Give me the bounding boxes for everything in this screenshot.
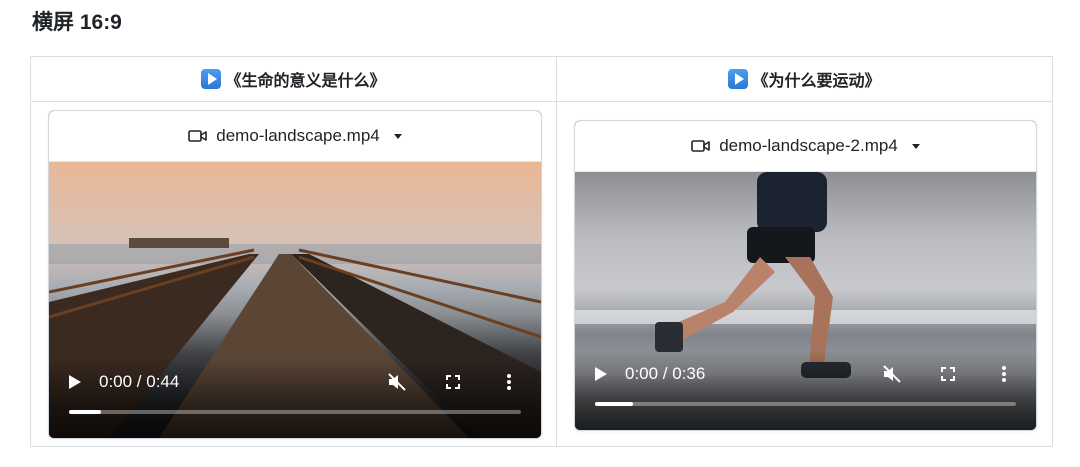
video-camera-icon bbox=[691, 139, 711, 153]
page-heading: 横屏 16:9 bbox=[32, 11, 122, 34]
video-frame[interactable]: 0:00 / 0:44 bbox=[49, 162, 541, 438]
column-header-1: 《生命的意义是什么》 bbox=[31, 57, 557, 102]
column-title: 《生命的意义是什么》 bbox=[225, 73, 386, 90]
video-controls: 0:00 / 0:36 bbox=[575, 350, 1036, 430]
play-icon[interactable] bbox=[595, 367, 607, 381]
video-time: 0:00 / 0:44 bbox=[99, 372, 180, 391]
column-header-2: 《为什么要运动》 bbox=[557, 57, 1052, 102]
video-filename: demo-landscape-2.mp4 bbox=[719, 136, 898, 155]
video-table: 《生命的意义是什么》 《为什么要运动》 demo-landscape.mp4 0… bbox=[30, 56, 1053, 447]
progress-fill bbox=[595, 402, 633, 406]
chevron-down-icon bbox=[911, 143, 920, 149]
chevron-down-icon bbox=[393, 133, 402, 139]
table-cell-2: demo-landscape-2.mp4 0:00 / 0:36 bbox=[557, 102, 1052, 446]
progress-fill bbox=[69, 410, 101, 414]
more-options-icon[interactable] bbox=[992, 362, 1016, 386]
video-frame[interactable]: 0:00 / 0:36 bbox=[575, 172, 1036, 430]
column-title: 《为什么要运动》 bbox=[752, 73, 881, 90]
mute-icon[interactable] bbox=[880, 362, 904, 386]
play-icon[interactable] bbox=[69, 375, 81, 389]
progress-bar[interactable] bbox=[69, 410, 521, 414]
video-time: 0:00 / 0:36 bbox=[625, 364, 706, 383]
fullscreen-icon[interactable] bbox=[441, 370, 465, 394]
video-player: demo-landscape.mp4 0:00 / 0:44 bbox=[48, 110, 542, 439]
table-cell-1: demo-landscape.mp4 0:00 / 0:44 bbox=[31, 102, 557, 446]
video-filename: demo-landscape.mp4 bbox=[216, 126, 380, 145]
video-source-selector[interactable]: demo-landscape.mp4 bbox=[49, 111, 541, 162]
video-source-selector[interactable]: demo-landscape-2.mp4 bbox=[575, 121, 1036, 172]
play-button-icon bbox=[201, 69, 222, 89]
video-controls: 0:00 / 0:44 bbox=[49, 358, 541, 438]
mute-icon[interactable] bbox=[385, 370, 409, 394]
progress-bar[interactable] bbox=[595, 402, 1016, 406]
play-button-icon bbox=[728, 69, 749, 89]
video-player: demo-landscape-2.mp4 0:00 / 0:36 bbox=[574, 120, 1037, 431]
more-options-icon[interactable] bbox=[497, 370, 521, 394]
fullscreen-icon[interactable] bbox=[936, 362, 960, 386]
video-camera-icon bbox=[188, 129, 208, 143]
